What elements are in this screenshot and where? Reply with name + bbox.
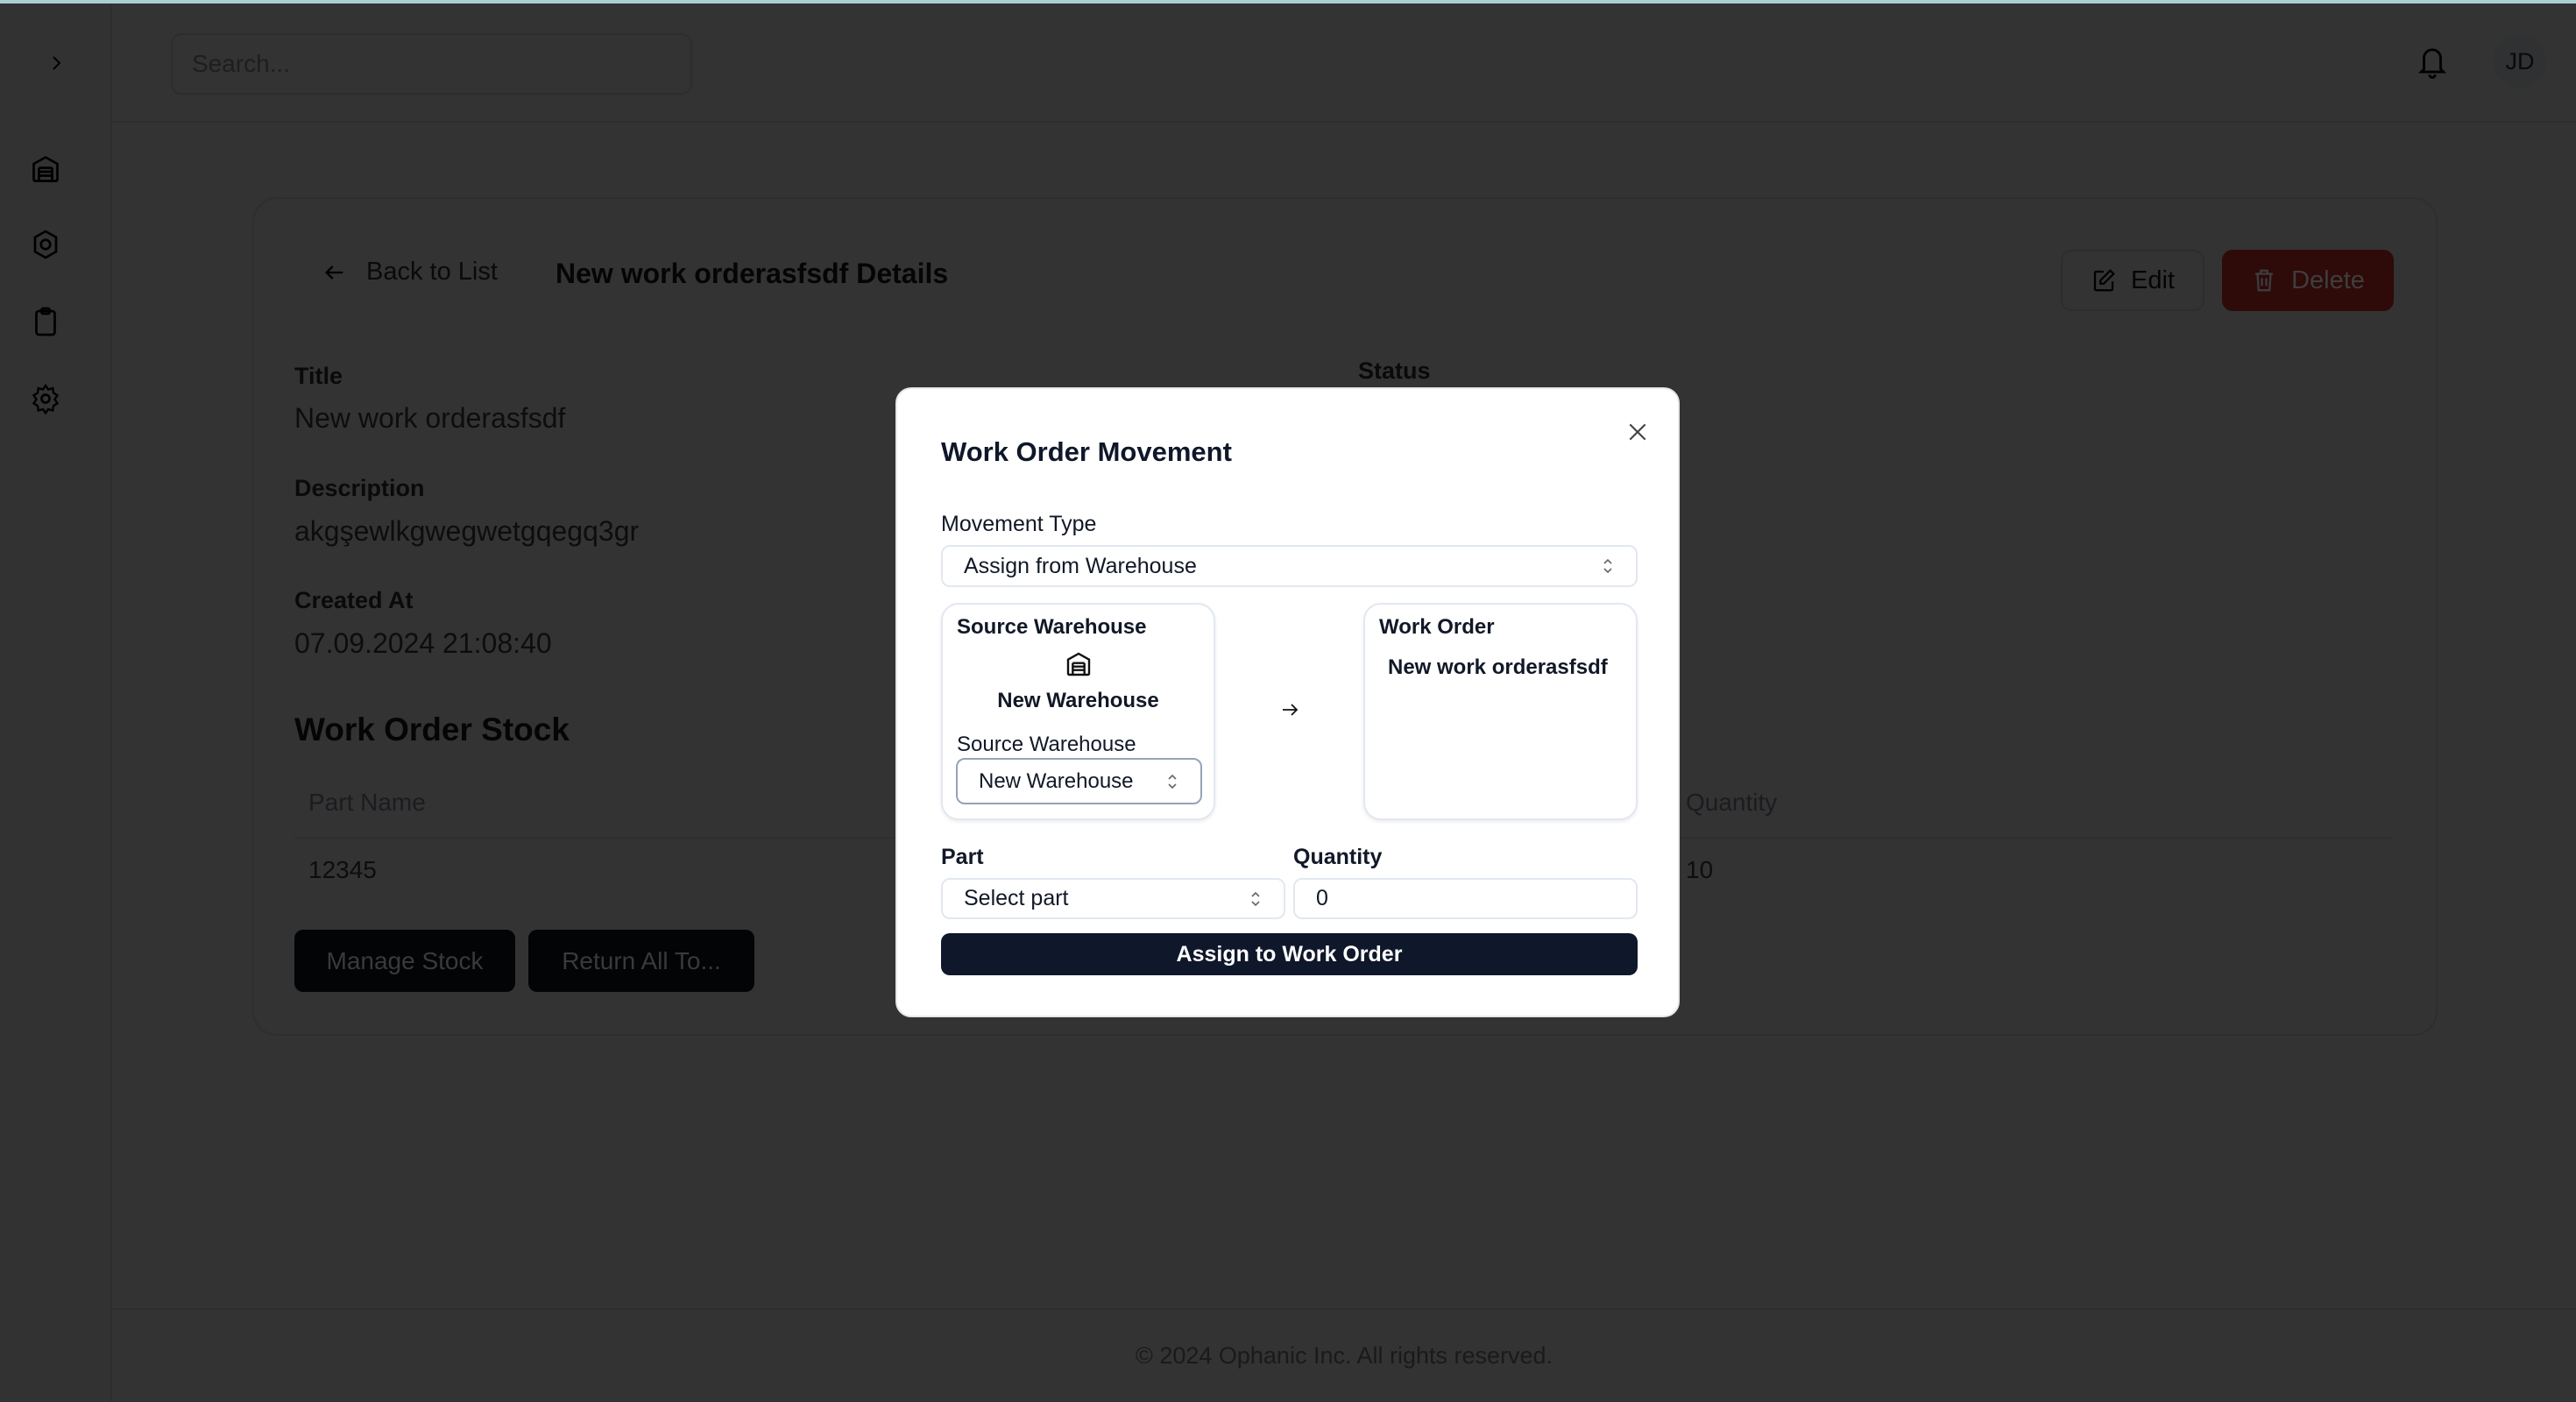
page-title: New work orderasfsdf Details xyxy=(556,258,949,289)
field-value: akgşewlkgwegwetgqegq3gr xyxy=(294,515,640,547)
field-value: New work orderasfsdf xyxy=(294,402,566,434)
manage-stock-button[interactable]: Manage Stock xyxy=(294,930,515,992)
source-warehouse-name: New Warehouse xyxy=(997,689,1159,712)
search-input[interactable] xyxy=(171,33,692,95)
assign-to-work-order-button[interactable]: Assign to Work Order xyxy=(941,933,1638,975)
hexagon-icon[interactable] xyxy=(30,229,61,260)
work-order-heading: Work Order xyxy=(1379,615,1495,639)
work-order-name: New work orderasfsdf xyxy=(1388,655,1608,679)
stock-heading: Work Order Stock xyxy=(294,712,570,747)
arrow-left-icon xyxy=(325,265,343,280)
movement-type-value: Assign from Warehouse xyxy=(964,553,1197,578)
part-label: Part xyxy=(941,845,984,869)
chevron-up-down-icon xyxy=(1251,891,1260,906)
modal-title: Work Order Movement xyxy=(941,436,1232,467)
trash-icon xyxy=(2255,269,2274,292)
edit-label: Edit xyxy=(2131,266,2175,294)
field-value: 07.09.2024 21:08:40 xyxy=(294,627,552,659)
table-cell-quantity: 10 xyxy=(1686,856,1714,883)
field-label: Created At xyxy=(294,587,414,613)
chevron-right-icon[interactable] xyxy=(46,53,67,74)
gear-icon[interactable] xyxy=(30,383,61,414)
clipboard-icon[interactable] xyxy=(30,306,61,337)
delete-button[interactable]: Delete xyxy=(2222,250,2394,311)
status-label: Status xyxy=(1358,358,1431,384)
column-header-quantity: Quantity xyxy=(1686,789,1778,816)
close-icon[interactable] xyxy=(1626,421,1649,443)
table-cell-part-name: 12345 xyxy=(308,856,377,883)
warehouse-icon[interactable] xyxy=(30,153,61,185)
arrow-right-icon xyxy=(1283,704,1299,716)
quantity-input[interactable]: 0 xyxy=(1293,878,1638,919)
bell-icon[interactable] xyxy=(2416,44,2449,81)
back-label: Back to List xyxy=(366,258,498,286)
back-to-list-button[interactable]: Back to List xyxy=(322,258,498,287)
sidebar xyxy=(0,0,112,1402)
source-select-label: Source Warehouse xyxy=(957,733,1136,756)
footer: © 2024 Ophanic Inc. All rights reserved. xyxy=(112,1308,2576,1402)
avatar[interactable]: JD xyxy=(2494,35,2546,88)
work-order-movement-modal: Work Order Movement Movement Type Assign… xyxy=(895,387,1680,1017)
movement-type-label: Movement Type xyxy=(941,512,1097,536)
source-warehouse-select[interactable]: New Warehouse xyxy=(956,758,1202,804)
chevron-up-down-icon xyxy=(1168,774,1177,789)
source-heading: Source Warehouse xyxy=(957,615,1147,639)
footer-text: © 2024 Ophanic Inc. All rights reserved. xyxy=(1135,1342,1553,1369)
delete-label: Delete xyxy=(2291,266,2365,294)
column-header-part-name: Part Name xyxy=(308,789,426,816)
edit-icon xyxy=(2093,269,2115,292)
work-order-box: Work Order New work orderasfsdf xyxy=(1363,603,1638,820)
source-warehouse-box: Source Warehouse New Warehouse Source Wa… xyxy=(941,603,1215,820)
return-all-button[interactable]: Return All To... xyxy=(528,930,754,992)
top-accent-line xyxy=(0,0,2576,4)
chevron-up-down-icon xyxy=(1603,558,1612,574)
part-select-value: Select part xyxy=(964,886,1069,910)
quantity-label: Quantity xyxy=(1293,845,1383,869)
warehouse-icon xyxy=(1066,652,1091,676)
field-label: Description xyxy=(294,475,425,501)
movement-type-select[interactable]: Assign from Warehouse xyxy=(941,545,1638,587)
quantity-value: 0 xyxy=(1316,886,1328,910)
source-select-value: New Warehouse xyxy=(979,768,1134,793)
edit-button[interactable]: Edit xyxy=(2061,250,2204,311)
part-select[interactable]: Select part xyxy=(941,878,1285,919)
field-label: Title xyxy=(294,363,343,389)
